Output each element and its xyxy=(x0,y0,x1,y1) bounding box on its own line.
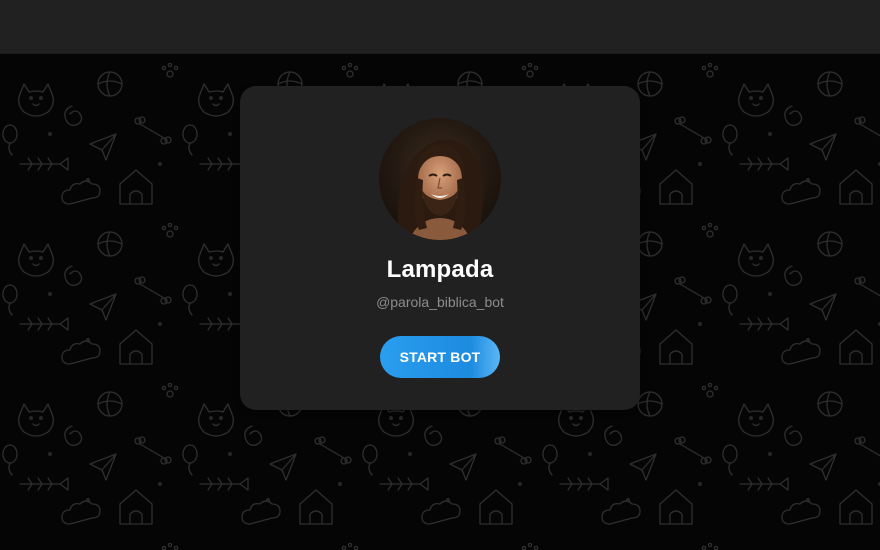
chat-header xyxy=(0,0,880,54)
bot-info-card: Lampada @parola_biblica_bot START BOT xyxy=(240,86,640,410)
bot-avatar[interactable] xyxy=(379,118,501,240)
bot-name: Lampada xyxy=(386,256,494,283)
bot-username: @parola_biblica_bot xyxy=(376,294,504,310)
start-bot-button[interactable]: START BOT xyxy=(380,336,500,378)
bot-profile-photo-icon xyxy=(379,118,501,240)
